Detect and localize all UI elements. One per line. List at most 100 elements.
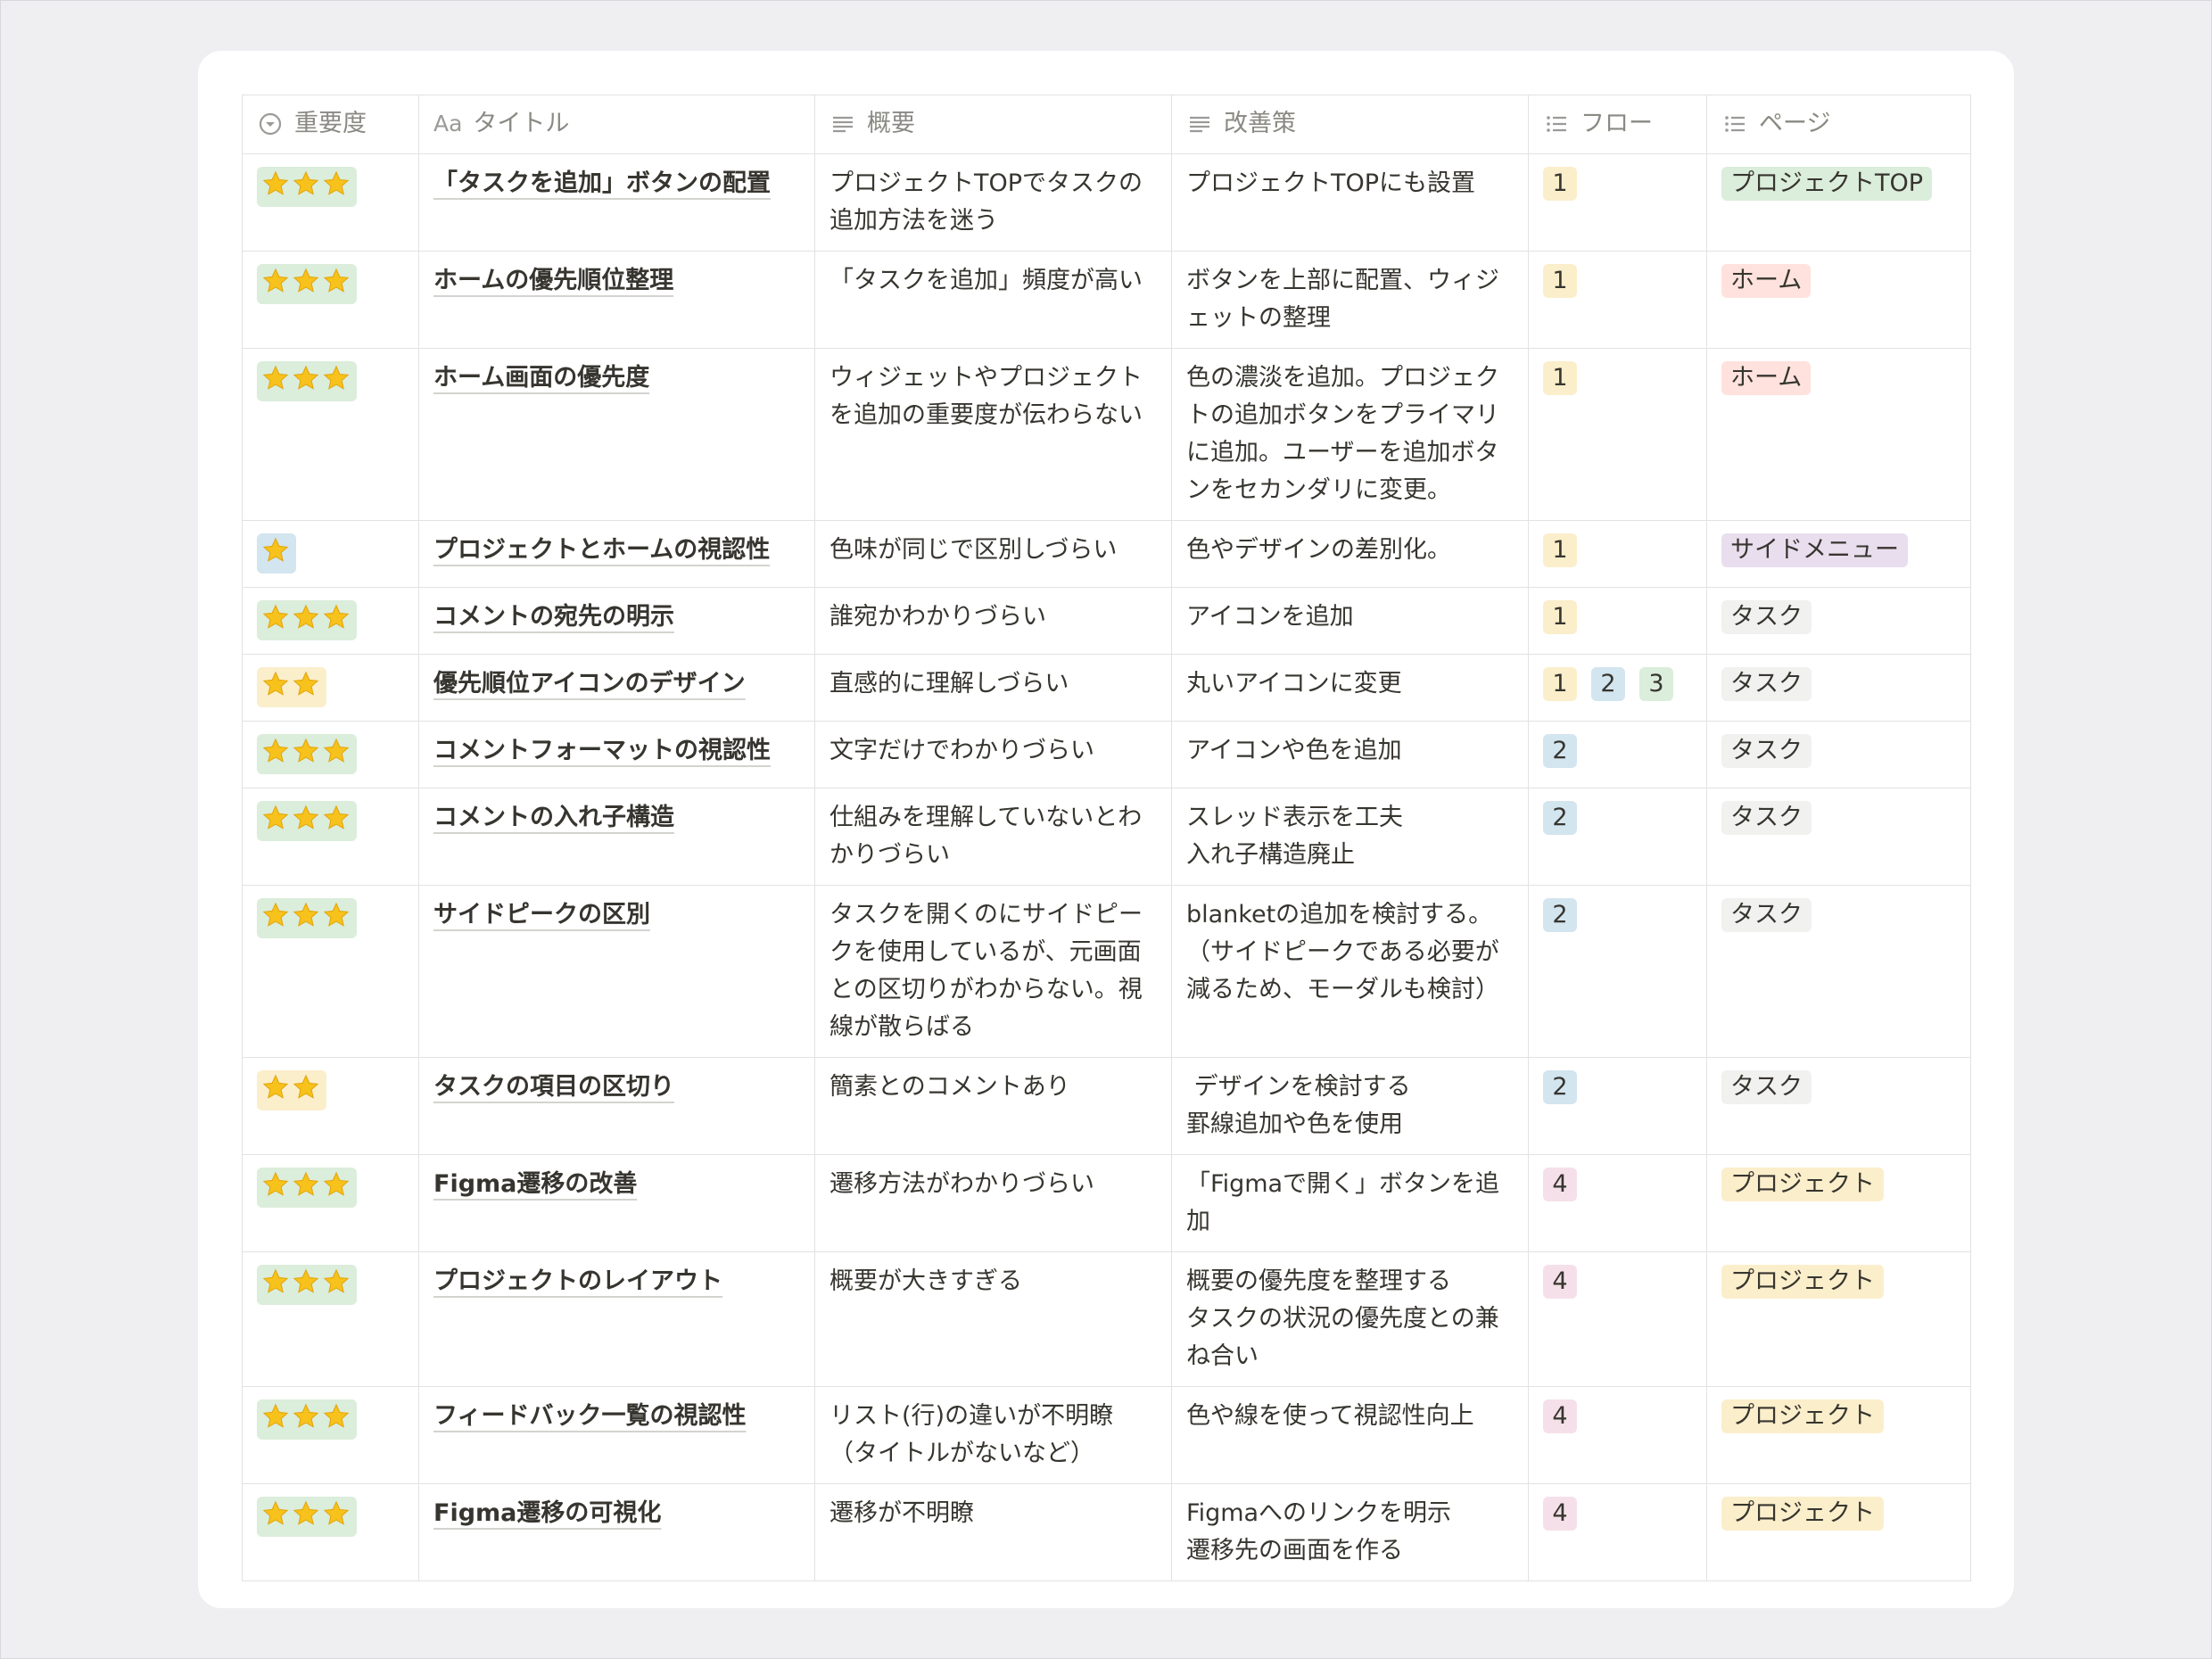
page-cell[interactable]: サイドメニュー	[1706, 520, 1971, 588]
table-row[interactable]: コメントの宛先の明示 誰宛かわかりづらい アイコンを追加 1 タスク	[242, 587, 1971, 655]
summary-cell[interactable]: 直感的に理解しづらい	[814, 654, 1172, 722]
importance-cell[interactable]	[242, 1154, 419, 1252]
row-title-link[interactable]: プロジェクトのレイアウト	[433, 1267, 722, 1295]
title-cell[interactable]: プロジェクトのレイアウト	[418, 1251, 815, 1387]
improvement-cell[interactable]: スレッド表示を工夫 入れ子構造廃止	[1171, 788, 1529, 886]
summary-cell[interactable]: 「タスクを追加」頻度が高い	[814, 251, 1172, 349]
row-title-link[interactable]: コメントの入れ子構造	[433, 804, 674, 831]
table-row[interactable]: タスクの項目の区切り 簡素とのコメントあり デザインを検討する 罫線追加や色を使用…	[242, 1057, 1971, 1155]
title-cell[interactable]: タスクの項目の区切り	[418, 1057, 815, 1155]
flow-cell[interactable]: 2	[1528, 1057, 1707, 1155]
title-cell[interactable]: ホーム画面の優先度	[418, 348, 815, 521]
column-header-page[interactable]: ページ	[1706, 95, 1971, 154]
title-cell[interactable]: コメントの宛先の明示	[418, 587, 815, 655]
flow-cell[interactable]: 123	[1528, 654, 1707, 722]
summary-cell[interactable]: 遷移方法がわかりづらい	[814, 1154, 1172, 1252]
summary-cell[interactable]: 仕組みを理解していないとわかりづらい	[814, 788, 1172, 886]
importance-cell[interactable]	[242, 1057, 419, 1155]
title-cell[interactable]: ホームの優先順位整理	[418, 251, 815, 349]
table-row[interactable]: 優先順位アイコンのデザイン 直感的に理解しづらい 丸いアイコンに変更 1 2 3 タスク	[242, 654, 1971, 722]
page-cell[interactable]: ホーム	[1706, 251, 1971, 349]
row-title-link[interactable]: プロジェクトとホームの視認性	[433, 536, 770, 564]
title-cell[interactable]: コメントフォーマットの視認性	[418, 721, 815, 788]
title-cell[interactable]: 優先順位アイコンのデザイン	[418, 654, 815, 722]
page-cell[interactable]: プロジェクト	[1706, 1483, 1971, 1581]
table-row[interactable]: プロジェクトのレイアウト 概要が大きすぎる 概要の優先度を整理する タスクの状況の優…	[242, 1251, 1971, 1387]
table-row[interactable]: サイドピークの区別 タスクを開くのにサイドピークを使用しているが、元画面との区切り…	[242, 885, 1971, 1058]
title-cell[interactable]: Figma遷移の可視化	[418, 1483, 815, 1581]
flow-cell[interactable]: 2	[1528, 885, 1707, 1058]
flow-cell[interactable]: 1	[1528, 587, 1707, 655]
improvement-cell[interactable]: プロジェクトTOPにも設置	[1171, 153, 1529, 252]
improvement-cell[interactable]: アイコンや色を追加	[1171, 721, 1529, 788]
summary-cell[interactable]: 概要が大きすぎる	[814, 1251, 1172, 1387]
improvement-cell[interactable]: ボタンを上部に配置、ウィジェットの整理	[1171, 251, 1529, 349]
page-cell[interactable]: プロジェクト	[1706, 1386, 1971, 1484]
row-title-link[interactable]: Figma遷移の可視化	[433, 1499, 661, 1527]
flow-cell[interactable]: 4	[1528, 1483, 1707, 1581]
importance-cell[interactable]	[242, 348, 419, 521]
row-title-link[interactable]: ホーム画面の優先度	[433, 364, 649, 392]
row-title-link[interactable]: Figma遷移の改善	[433, 1170, 637, 1198]
title-cell[interactable]: Figma遷移の改善	[418, 1154, 815, 1252]
page-cell[interactable]: ホーム	[1706, 348, 1971, 521]
summary-cell[interactable]: ウィジェットやプロジェクトを追加の重要度が伝わらない	[814, 348, 1172, 521]
importance-cell[interactable]	[242, 654, 419, 722]
flow-cell[interactable]: 2	[1528, 788, 1707, 886]
page-cell[interactable]: プロジェクトTOP	[1706, 153, 1971, 252]
column-header-flow[interactable]: フロー	[1528, 95, 1707, 154]
table-row[interactable]: 「タスクを追加」ボタンの配置 プロジェクトTOPでタスクの追加方法を迷う プロジェク…	[242, 153, 1971, 252]
table-row[interactable]: Figma遷移の改善 遷移方法がわかりづらい 「Figmaで開く」ボタンを追加 4 プロ…	[242, 1154, 1971, 1252]
row-title-link[interactable]: コメントの宛先の明示	[433, 603, 674, 631]
importance-cell[interactable]	[242, 1483, 419, 1581]
improvement-cell[interactable]: 色の濃淡を追加。プロジェクトの追加ボタンをプライマリに追加。ユーザーを追加ボタン…	[1171, 348, 1529, 521]
row-title-link[interactable]: フィードバック一覧の視認性	[433, 1402, 746, 1430]
flow-cell[interactable]: 1	[1528, 153, 1707, 252]
importance-cell[interactable]	[242, 1386, 419, 1484]
title-cell[interactable]: プロジェクトとホームの視認性	[418, 520, 815, 588]
improvement-cell[interactable]: 「Figmaで開く」ボタンを追加	[1171, 1154, 1529, 1252]
table-row[interactable]: フィードバック一覧の視認性 リスト(行)の違いが不明瞭（タイトルがないなど） 色や線…	[242, 1386, 1971, 1484]
title-cell[interactable]: 「タスクを追加」ボタンの配置	[418, 153, 815, 252]
flow-cell[interactable]: 4	[1528, 1251, 1707, 1387]
row-title-link[interactable]: 優先順位アイコンのデザイン	[433, 670, 746, 697]
title-cell[interactable]: サイドピークの区別	[418, 885, 815, 1058]
column-header-importance[interactable]: 重要度	[242, 95, 419, 154]
importance-cell[interactable]	[242, 251, 419, 349]
title-cell[interactable]: フィードバック一覧の視認性	[418, 1386, 815, 1484]
table-row[interactable]: Figma遷移の可視化 遷移が不明瞭 Figmaへのリンクを明示 遷移先の画面を作る…	[242, 1483, 1971, 1581]
flow-cell[interactable]: 1	[1528, 348, 1707, 521]
page-cell[interactable]: タスク	[1706, 1057, 1971, 1155]
row-title-link[interactable]: タスクの項目の区切り	[433, 1073, 674, 1101]
table-row[interactable]: ホーム画面の優先度 ウィジェットやプロジェクトを追加の重要度が伝わらない 色の濃淡を…	[242, 348, 1971, 521]
column-header-improvement[interactable]: 改善策	[1171, 95, 1529, 154]
row-title-link[interactable]: サイドピークの区別	[433, 901, 650, 929]
page-cell[interactable]: プロジェクト	[1706, 1251, 1971, 1387]
summary-cell[interactable]: リスト(行)の違いが不明瞭（タイトルがないなど）	[814, 1386, 1172, 1484]
column-header-title[interactable]: Aa タイトル	[418, 95, 815, 154]
importance-cell[interactable]	[242, 587, 419, 655]
importance-cell[interactable]	[242, 520, 419, 588]
importance-cell[interactable]	[242, 1251, 419, 1387]
page-cell[interactable]: タスク	[1706, 587, 1971, 655]
page-cell[interactable]: タスク	[1706, 885, 1971, 1058]
summary-cell[interactable]: 色味が同じで区別しづらい	[814, 520, 1172, 588]
importance-cell[interactable]	[242, 153, 419, 252]
row-title-link[interactable]: ホームの優先順位整理	[433, 267, 673, 294]
flow-cell[interactable]: 4	[1528, 1154, 1707, 1252]
table-row[interactable]: コメントの入れ子構造 仕組みを理解していないとわかりづらい スレッド表示を工夫 入れ…	[242, 788, 1971, 886]
row-title-link[interactable]: コメントフォーマットの視認性	[433, 737, 771, 764]
improvement-cell[interactable]: Figmaへのリンクを明示 遷移先の画面を作る	[1171, 1483, 1529, 1581]
title-cell[interactable]: コメントの入れ子構造	[418, 788, 815, 886]
page-cell[interactable]: タスク	[1706, 721, 1971, 788]
summary-cell[interactable]: 遷移が不明瞭	[814, 1483, 1172, 1581]
improvement-cell[interactable]: 色や線を使って視認性向上	[1171, 1386, 1529, 1484]
flow-cell[interactable]: 1	[1528, 520, 1707, 588]
importance-cell[interactable]	[242, 721, 419, 788]
flow-cell[interactable]: 1	[1528, 251, 1707, 349]
table-row[interactable]: プロジェクトとホームの視認性 色味が同じで区別しづらい 色やデザインの差別化。 1 サイ…	[242, 520, 1971, 588]
summary-cell[interactable]: プロジェクトTOPでタスクの追加方法を迷う	[814, 153, 1172, 252]
flow-cell[interactable]: 4	[1528, 1386, 1707, 1484]
improvement-cell[interactable]: 色やデザインの差別化。	[1171, 520, 1529, 588]
column-header-summary[interactable]: 概要	[814, 95, 1172, 154]
